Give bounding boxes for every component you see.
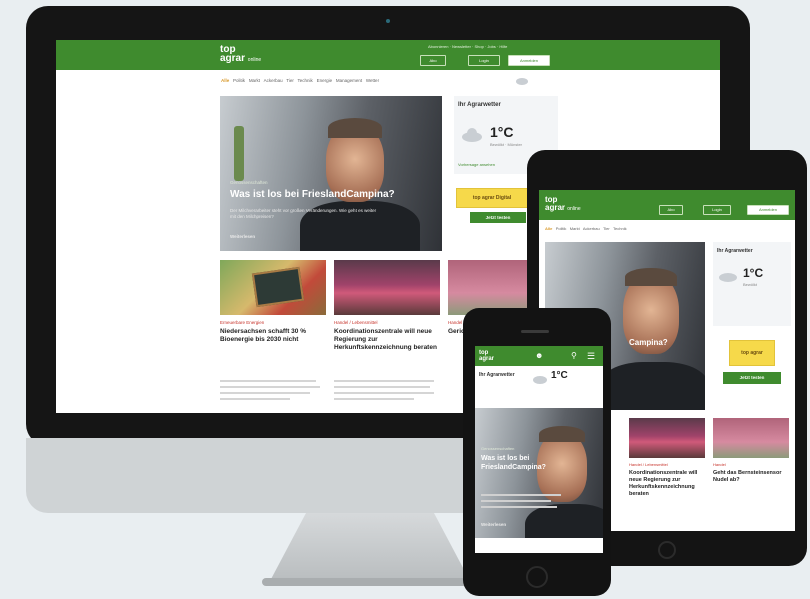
tablet-hero-title[interactable]: Campina? (629, 338, 668, 347)
hero-more-link[interactable]: Weiterlesen (230, 234, 255, 239)
tablet-nav-markt[interactable]: Markt (570, 226, 580, 231)
nav-item-alle[interactable]: Alle (221, 78, 229, 83)
tablet-weather-widget[interactable]: Ihr Agrarwetter 1°C Bewölkt (713, 242, 791, 326)
tablet-card-title-2[interactable]: Geht das Bernsteinsensor Nudel ab? (713, 470, 789, 484)
hero-text: Der Milchverarbeiter steht vor großen Ve… (230, 208, 377, 219)
nav-item-tier[interactable]: Tier (286, 78, 294, 83)
desktop-top-links[interactable]: Abonnieren · Newsletter · Shop · Jobs · … (428, 44, 507, 49)
tablet-card-image-1[interactable] (629, 418, 705, 458)
phone-hero[interactable]: Genossenschaften Was ist los bei Friesla… (475, 408, 603, 538)
tablet-card-kicker-1: Handel / Lebensmittel (629, 462, 668, 467)
phone-weather-icon (533, 374, 547, 384)
tablet-nav: Alle Politik Markt Ackerbau Tier Technik (545, 226, 627, 231)
card-title-1[interactable]: Niedersachsen schafft 30 % Bioenergie bi… (220, 328, 324, 344)
tablet-nav-ackerbau[interactable]: Ackerbau (583, 226, 600, 231)
card-kicker-3: Handel (448, 320, 463, 325)
nav-item-management[interactable]: Management (336, 78, 362, 83)
desktop-login-button[interactable]: Login (468, 55, 500, 66)
weather-link[interactable]: Vorhersage ansehen (458, 162, 495, 167)
phone-speaker (521, 330, 549, 333)
card-kicker-1: Erneuerbare Energien (220, 320, 265, 325)
weather-temp: 1°C (490, 124, 514, 140)
nav-item-markt[interactable]: Markt (249, 78, 260, 83)
desktop-ad-button[interactable]: Jetzt testen (470, 212, 526, 223)
hero-title[interactable]: Was ist los bei FrieslandCampina? (230, 189, 430, 200)
weather-title: Ihr Agrarwetter (458, 102, 501, 108)
phone-home-button[interactable] (526, 566, 548, 588)
phone-hero-more-link[interactable]: Weiterlesen (481, 522, 506, 527)
phone-weather-temp: 1°C (551, 370, 568, 381)
phone-logo[interactable]: top agrar (479, 350, 494, 362)
tablet-nav-tier[interactable]: Tier (603, 226, 610, 231)
desktop-logo[interactable]: top agrar online (220, 45, 261, 65)
monitor-foot (262, 578, 480, 586)
tablet-card-image-2[interactable] (713, 418, 789, 458)
desktop-hero[interactable]: Genossenschaften Was ist los bei Friesla… (220, 96, 442, 251)
nav-item-ackerbau[interactable]: Ackerbau (264, 78, 283, 83)
tablet-ad-banner[interactable]: top agrar (729, 340, 775, 366)
phone-hero-title[interactable]: Was ist los bei FrieslandCampina? (481, 454, 546, 472)
tablet-weather-temp: 1°C (743, 266, 764, 280)
tablet-logo[interactable]: top agrar online (545, 196, 581, 213)
desktop-ad-banner[interactable]: top agrar Digital (456, 188, 528, 208)
tablet-nav-technik[interactable]: Technik (613, 226, 627, 231)
desktop-header: top agrar online Abonnieren · Newsletter… (56, 40, 720, 70)
tablet-card-title-1[interactable]: Koordinationszentrale will neue Regierun… (629, 470, 705, 498)
weather-sub: Bewölkt · Münster (490, 142, 523, 147)
monitor-camera (386, 19, 390, 23)
tablet-anmelden-button[interactable]: Anmelden (747, 205, 789, 215)
tablet-nav-alle[interactable]: Alle (545, 226, 552, 231)
tablet-header: top agrar online Abo Login Anmelden (539, 190, 795, 220)
card-image-1[interactable] (220, 260, 326, 315)
desktop-abo-button[interactable]: Abo (420, 55, 446, 66)
tablet-abo-button[interactable]: Abo (659, 205, 683, 215)
hero-kicker: Genossenschaften (230, 180, 268, 185)
card-title-2[interactable]: Koordinationszentrale will neue Regierun… (334, 328, 438, 352)
nav-item-politik[interactable]: Politik (233, 78, 245, 83)
phone-search-icon[interactable]: ⚲ (571, 351, 581, 361)
card-image-3[interactable] (448, 260, 528, 315)
tablet-home-button[interactable] (658, 541, 676, 559)
tablet-nav-politik[interactable]: Politik (556, 226, 567, 231)
phone-menu-icon[interactable]: ☰ (587, 351, 597, 361)
phone-weather-title: Ihr Agrarwetter (479, 372, 515, 378)
phone-screen: top agrar ☻ ⚲ ☰ Ihr Agrarwetter 1°C Geno… (475, 346, 603, 553)
tablet-login-button[interactable]: Login (703, 205, 731, 215)
tablet-card-kicker-2: Handel (713, 462, 726, 467)
card-kicker-2: Handel / Lebensmittel (334, 320, 378, 325)
phone-header: top agrar ☻ ⚲ ☰ (475, 346, 603, 366)
desktop-nav: Alle Politik Markt Ackerbau Tier Technik… (221, 78, 379, 83)
phone-hero-kicker: Genossenschaften (481, 446, 515, 451)
weather-cloud-icon (516, 74, 528, 86)
phone-user-icon[interactable]: ☻ (535, 351, 545, 361)
tablet-ad-button[interactable]: Jetzt testen (723, 372, 781, 384)
monitor-stand (270, 513, 470, 581)
logo-agrar: agrar online (220, 53, 262, 64)
tablet-weather-icon (719, 270, 737, 282)
desktop-anmelden-button[interactable]: Anmelden (508, 55, 550, 66)
nav-item-energie[interactable]: Energie (317, 78, 333, 83)
card-image-2[interactable] (334, 260, 440, 315)
tablet-weather-sub: Bewölkt (743, 282, 758, 287)
weather-icon (462, 128, 482, 142)
nav-item-technik[interactable]: Technik (298, 78, 313, 83)
tablet-weather-title: Ihr Agrarwetter (717, 248, 753, 254)
nav-item-wetter[interactable]: Wetter (366, 78, 379, 83)
